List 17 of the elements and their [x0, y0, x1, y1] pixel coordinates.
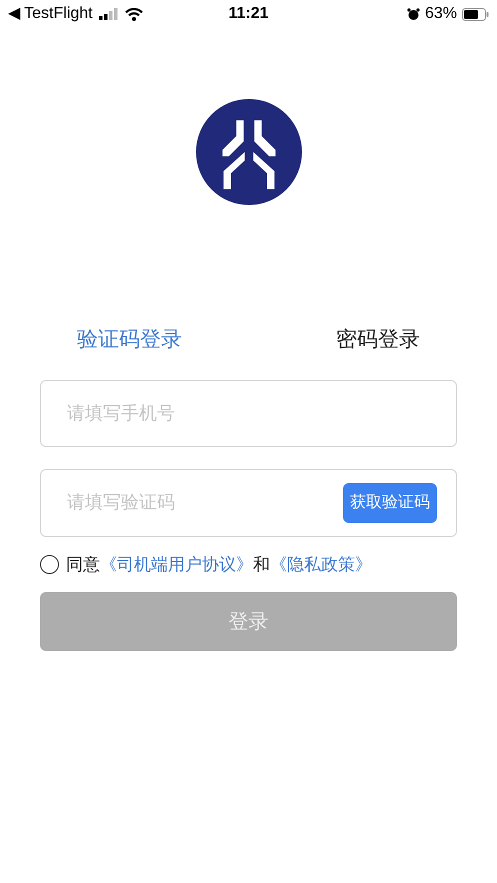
login-mode-tab[interactable]: 密码登录: [248, 320, 457, 360]
battery-percent: 63%: [424, 4, 458, 24]
code-input-field[interactable]: 请填写验证码 获取验证码: [40, 468, 457, 536]
get-code-button[interactable]: 获取验证码: [343, 482, 437, 522]
and-label: 和: [253, 554, 270, 576]
agree-label: 同意: [66, 554, 100, 576]
wifi-icon: [124, 8, 143, 20]
status-time: 11:21: [228, 4, 269, 24]
battery-icon: [462, 8, 490, 20]
agree-radio[interactable]: [40, 554, 59, 574]
privacy-policy-link[interactable]: 《隐私政策》: [270, 552, 372, 577]
back-to-app-link[interactable]: ◀ TestFlight: [8, 2, 93, 26]
alarm-clock-icon: [406, 8, 420, 20]
signal-icon: [98, 8, 119, 20]
login-mode-tab[interactable]: 验证码登录: [40, 320, 248, 360]
user-agreement-link[interactable]: 《司机端用户协议》: [100, 552, 253, 577]
phone-input-field[interactable]: 请填写手机号: [40, 380, 457, 446]
